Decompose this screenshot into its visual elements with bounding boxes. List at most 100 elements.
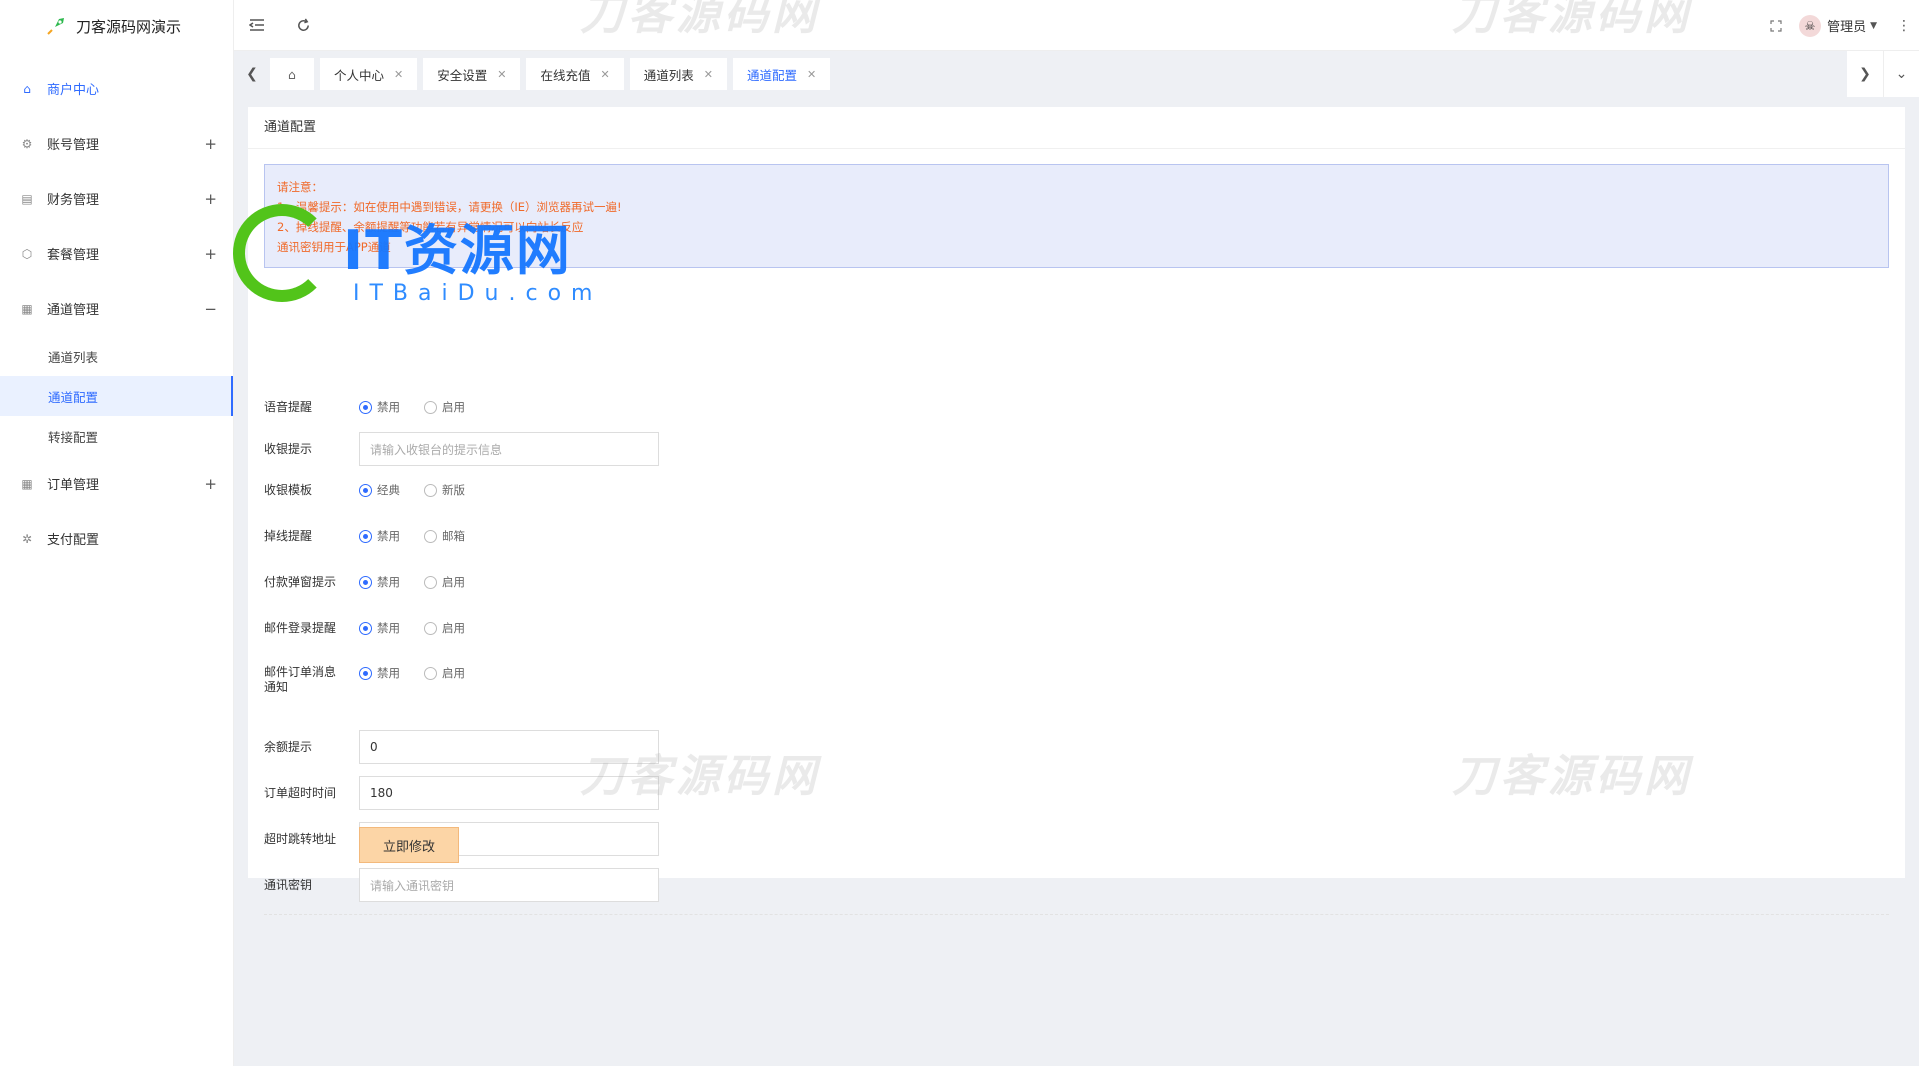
template-new-radio[interactable]: 新版 <box>424 482 465 498</box>
sidebar-item-order[interactable]: ▦ 订单管理 + <box>0 456 233 511</box>
more-button[interactable]: ⋮ <box>1889 0 1919 51</box>
user-menu[interactable]: ☠ 管理员 ▼ <box>1799 14 1877 37</box>
template-classic-radio[interactable]: 经典 <box>359 482 400 498</box>
voice-enable-radio[interactable]: 启用 <box>424 399 465 415</box>
payment-popup-disable-radio[interactable]: 禁用 <box>359 574 400 590</box>
radio-label: 禁用 <box>377 621 400 635</box>
tabs-dropdown-button[interactable]: ⌄ <box>1883 51 1919 97</box>
submit-button[interactable]: 立即修改 <box>359 827 459 863</box>
menu-collapse-button[interactable] <box>234 0 280 51</box>
form-row-voice: 语音提醒 禁用 启用 <box>264 399 465 415</box>
radio-label: 启用 <box>442 400 465 414</box>
app-title: 刀客源码网演示 <box>76 17 182 36</box>
form-label: 订单超时时间 <box>264 785 337 800</box>
form-row-secret: 通讯密钥 请输入通讯密钥 <box>264 868 659 902</box>
tab-personal-center[interactable]: 个人中心 ✕ <box>320 58 418 90</box>
radio-label: 禁用 <box>377 575 400 589</box>
home-icon: ⌂ <box>23 81 31 96</box>
expand-icon: + <box>204 244 217 263</box>
app-logo[interactable]: 刀客源码网演示 <box>0 0 233 52</box>
sidebar-item-account[interactable]: ⚙ 账号管理 + <box>0 116 233 171</box>
radio-label: 禁用 <box>377 666 400 680</box>
fullscreen-button[interactable] <box>1753 0 1799 51</box>
config-card: 通道配置 请注意： 1、温馨提示：如在使用中遇到错误，请更换（IE）浏览器再试一… <box>248 107 1905 915</box>
sidebar-subitem-channel-list[interactable]: 通道列表 <box>0 336 233 376</box>
radio-label: 启用 <box>442 575 465 589</box>
cashier-tip-input[interactable]: 请输入收银台的提示信息 <box>359 432 659 466</box>
collapse-icon: − <box>204 299 217 318</box>
sidebar-subitem-label: 转接配置 <box>48 429 99 445</box>
radio-checked-icon <box>359 621 372 635</box>
rocket-icon <box>44 14 68 38</box>
radio-checked-icon <box>359 483 372 497</box>
form-row-payment-popup: 付款弹窗提示 禁用 启用 <box>264 574 465 590</box>
sidebar-item-merchant-center[interactable]: ⌂ 商户中心 <box>0 61 233 116</box>
radio-unchecked-icon <box>424 483 437 497</box>
tab-channel-config[interactable]: 通道配置 ✕ <box>732 58 831 90</box>
notice-line: 通讯密钥用于APP通道 <box>277 240 391 254</box>
form-label: 付款弹窗提示 <box>264 574 337 589</box>
tab-channel-list[interactable]: 通道列表 ✕ <box>629 58 727 90</box>
chevron-right-icon: ❯ <box>1859 66 1871 82</box>
expand-icon: + <box>204 189 217 208</box>
sidebar-item-label: 账号管理 <box>47 138 100 153</box>
channel-submenu: 通道列表 通道配置 转接配置 <box>0 336 233 456</box>
order-icon: ▦ <box>21 476 33 491</box>
mail-order-disable-radio[interactable]: 禁用 <box>359 665 400 681</box>
mail-login-enable-radio[interactable]: 启用 <box>424 620 465 636</box>
close-icon[interactable]: ✕ <box>704 68 713 81</box>
close-icon[interactable]: ✕ <box>394 68 403 81</box>
sidebar-subitem-label: 通道配置 <box>48 389 99 405</box>
offline-disable-radio[interactable]: 禁用 <box>359 528 400 544</box>
form-label: 邮件登录提醒 <box>264 620 337 635</box>
tab-label: 通道列表 <box>643 67 694 83</box>
fullscreen-icon <box>1770 19 1782 32</box>
tab-recharge[interactable]: 在线充值 ✕ <box>526 58 624 90</box>
radio-unchecked-icon <box>424 400 437 414</box>
voice-disable-radio[interactable]: 禁用 <box>359 399 400 415</box>
radio-label: 启用 <box>442 666 465 680</box>
sidebar-subitem-transfer-config[interactable]: 转接配置 <box>0 416 233 456</box>
payment-popup-enable-radio[interactable]: 启用 <box>424 574 465 590</box>
form-label: 收银模板 <box>264 482 313 497</box>
close-icon[interactable]: ✕ <box>600 68 609 81</box>
tabs-right-controls: ❯ ⌄ <box>1847 51 1919 97</box>
sidebar-subitem-channel-config[interactable]: 通道配置 <box>0 376 233 416</box>
radio-label: 禁用 <box>377 529 400 543</box>
sidebar-item-finance[interactable]: ▤ 财务管理 + <box>0 171 233 226</box>
pay-config-icon: ✲ <box>21 531 33 546</box>
close-icon[interactable]: ✕ <box>807 68 816 81</box>
gear-icon: ⚙ <box>21 136 33 151</box>
mail-order-enable-radio[interactable]: 启用 <box>424 665 465 681</box>
radio-checked-icon <box>359 529 372 543</box>
tab-label: 通道配置 <box>746 67 797 83</box>
expand-icon: + <box>204 474 217 493</box>
mail-login-disable-radio[interactable]: 禁用 <box>359 620 400 636</box>
form-label: 邮件订单消息通知 <box>264 665 337 694</box>
top-header: ☠ 管理员 ▼ ⋮ <box>234 0 1919 51</box>
timeout-input[interactable]: 180 <box>359 776 659 810</box>
sidebar-item-label: 财务管理 <box>47 193 100 208</box>
secret-key-input[interactable]: 请输入通讯密钥 <box>359 868 659 902</box>
tabs-scroll-left-button[interactable]: ❮ <box>234 51 270 97</box>
tab-security[interactable]: 安全设置 ✕ <box>423 58 521 90</box>
offline-email-radio[interactable]: 邮箱 <box>424 528 465 544</box>
tabs-scroll-right-button[interactable]: ❯ <box>1847 51 1883 97</box>
close-icon[interactable]: ✕ <box>497 68 506 81</box>
chevron-down-icon: ⌄ <box>1895 66 1908 82</box>
form-label: 掉线提醒 <box>264 528 313 543</box>
refresh-button[interactable] <box>280 0 326 51</box>
sidebar-item-package[interactable]: ⬡ 套餐管理 + <box>0 226 233 281</box>
avatar: ☠ <box>1799 14 1822 37</box>
sidebar-item-pay-config[interactable]: ✲ 支付配置 <box>0 511 233 566</box>
sidebar-item-channel[interactable]: ▦ 通道管理 − <box>0 281 233 336</box>
tab-home[interactable]: ⌂ <box>270 58 314 90</box>
notice-box: 请注意： 1、温馨提示：如在使用中遇到错误，请更换（IE）浏览器再试一遍! 2、… <box>264 164 1889 268</box>
home-icon: ⌂ <box>288 66 296 82</box>
balance-input[interactable]: 0 <box>359 730 659 764</box>
package-icon: ⬡ <box>21 246 33 261</box>
tab-label: 在线充值 <box>540 67 591 83</box>
refresh-icon <box>297 18 309 31</box>
radio-label: 禁用 <box>377 400 400 414</box>
card-title: 通道配置 <box>248 107 1905 149</box>
